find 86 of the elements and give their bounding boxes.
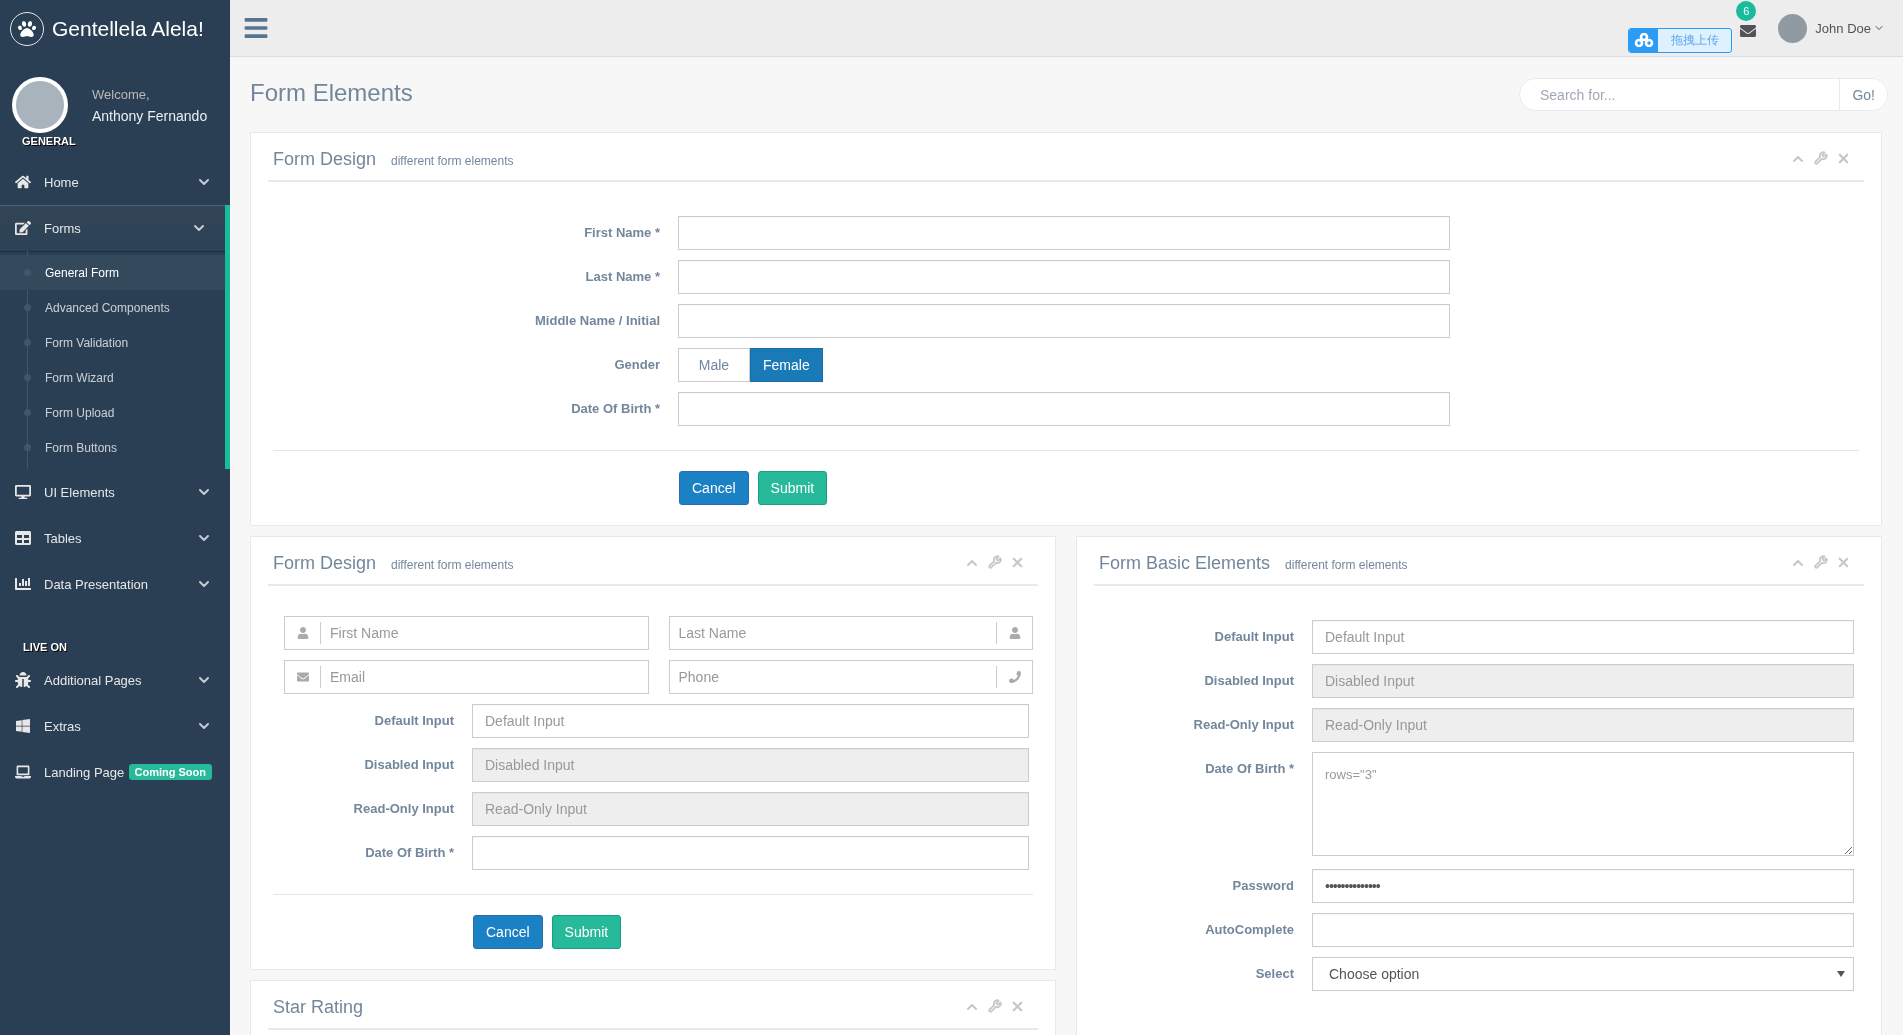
- textarea-field[interactable]: rows="3": [1312, 752, 1854, 856]
- text-field[interactable]: [1312, 913, 1854, 947]
- laptop-icon: [15, 764, 31, 780]
- welcome-text: Welcome,: [92, 86, 151, 102]
- panel-subtitle: different form elements: [1285, 557, 1408, 572]
- brand-name[interactable]: Gentellela Alela!: [52, 16, 204, 41]
- menu-item[interactable]: Home: [0, 159, 230, 205]
- field-label: Disabled Input: [1203, 672, 1294, 688]
- field-label: Password: [1231, 877, 1294, 893]
- submenu-item[interactable]: General Form: [0, 255, 225, 290]
- go-button[interactable]: Go!: [1839, 79, 1887, 110]
- submenu-item[interactable]: Advanced Components: [0, 290, 225, 325]
- panel-title: Form Design: [273, 148, 377, 170]
- field-label: Date Of Birth *: [364, 844, 454, 860]
- read-only-field[interactable]: Read-Only Input: [472, 792, 1029, 826]
- field-label: Last Name *: [584, 268, 660, 284]
- wrench-icon[interactable]: [988, 999, 1002, 1015]
- cloud-icon: [1633, 33, 1654, 47]
- text-field[interactable]: [678, 304, 1450, 338]
- field-label: Disabled Input: [363, 756, 454, 772]
- menu-item[interactable]: UI Elements: [0, 469, 230, 515]
- gender-option-button[interactable]: Female: [750, 348, 823, 382]
- wrench-icon[interactable]: [1814, 555, 1828, 571]
- windows-icon: [15, 718, 31, 734]
- field-label: Default Input: [373, 712, 454, 728]
- text-field[interactable]: [678, 392, 1450, 426]
- password-field[interactable]: ••••••••••••••: [1312, 869, 1854, 903]
- user-menu[interactable]: John Doe: [1815, 20, 1885, 36]
- field-label: First Name *: [583, 224, 660, 240]
- submenu-item[interactable]: Form Wizard: [0, 360, 225, 395]
- text-field[interactable]: [678, 216, 1450, 250]
- table-icon: [15, 530, 31, 546]
- bar-chart-icon: [15, 576, 31, 592]
- submenu-item[interactable]: Form Buttons: [0, 430, 225, 465]
- field-label: Date Of Birth *: [570, 400, 660, 416]
- home-icon: [15, 174, 31, 190]
- field-label: Read-Only Input: [352, 800, 454, 816]
- gender-option-button[interactable]: Male: [678, 348, 750, 382]
- submenu-item[interactable]: Form Validation: [0, 325, 225, 360]
- page-title: Form Elements: [250, 78, 413, 107]
- submenu-item[interactable]: Form Upload: [0, 395, 225, 430]
- edit-icon: [15, 220, 31, 236]
- field-label: Date Of Birth *: [1204, 760, 1294, 776]
- text-field[interactable]: Default Input: [1312, 620, 1854, 654]
- search-field[interactable]: Search for... Go!: [1519, 78, 1888, 111]
- wrench-icon[interactable]: [988, 555, 1002, 571]
- select-dropdown[interactable]: Choose option: [1312, 957, 1854, 991]
- field-label: Gender: [613, 356, 660, 372]
- wrench-icon[interactable]: [1814, 151, 1828, 167]
- field-label: Read-Only Input: [1192, 716, 1294, 732]
- panel-subtitle: different form elements: [391, 557, 514, 572]
- user-avatar: [1778, 13, 1808, 43]
- input-field[interactable]: Phone: [668, 660, 1033, 694]
- field-label: Select: [1254, 965, 1294, 981]
- caret-icon: [1837, 971, 1845, 977]
- input-field[interactable]: Last Name: [668, 616, 1033, 650]
- bug-icon: [15, 672, 31, 688]
- menu-item[interactable]: Additional Pages: [0, 657, 230, 703]
- menu-item[interactable]: Forms: [0, 205, 230, 251]
- read-only-field[interactable]: Read-Only Input: [1312, 708, 1854, 742]
- menu-item[interactable]: Tables: [0, 515, 230, 561]
- text-field[interactable]: [472, 836, 1029, 870]
- menu-item[interactable]: Extras: [0, 703, 230, 749]
- panel-title: Form Design: [273, 552, 377, 574]
- menu-section-title: LIVE ON: [22, 640, 68, 655]
- field-label: Middle Name / Initial: [534, 312, 660, 328]
- monitor-icon: [15, 484, 31, 500]
- menu-item[interactable]: Data Presentation: [0, 561, 230, 607]
- panel-title: Star Rating: [273, 996, 364, 1018]
- cancel-button[interactable]: Cancel: [473, 915, 543, 949]
- cancel-button[interactable]: Cancel: [679, 471, 749, 505]
- field-label: Default Input: [1213, 628, 1294, 644]
- panel-subtitle: different form elements: [391, 153, 514, 168]
- field-label: AutoComplete: [1204, 921, 1294, 937]
- input-field[interactable]: Email: [284, 660, 649, 694]
- menu-item[interactable]: Landing Page Coming Soon: [0, 749, 230, 795]
- menu-icon[interactable]: [243, 15, 269, 41]
- menu-section-title: GENERAL: [21, 134, 77, 149]
- input-field[interactable]: First Name: [284, 616, 649, 650]
- panel-title: Form Basic Elements: [1099, 552, 1271, 574]
- user-name: Anthony Fernando: [92, 107, 208, 124]
- notification-badge: 6: [1736, 1, 1757, 21]
- profile-avatar: [12, 77, 68, 133]
- text-field[interactable]: Default Input: [472, 704, 1029, 738]
- text-field[interactable]: [678, 260, 1450, 294]
- coming-soon-badge: Coming Soon: [128, 764, 212, 780]
